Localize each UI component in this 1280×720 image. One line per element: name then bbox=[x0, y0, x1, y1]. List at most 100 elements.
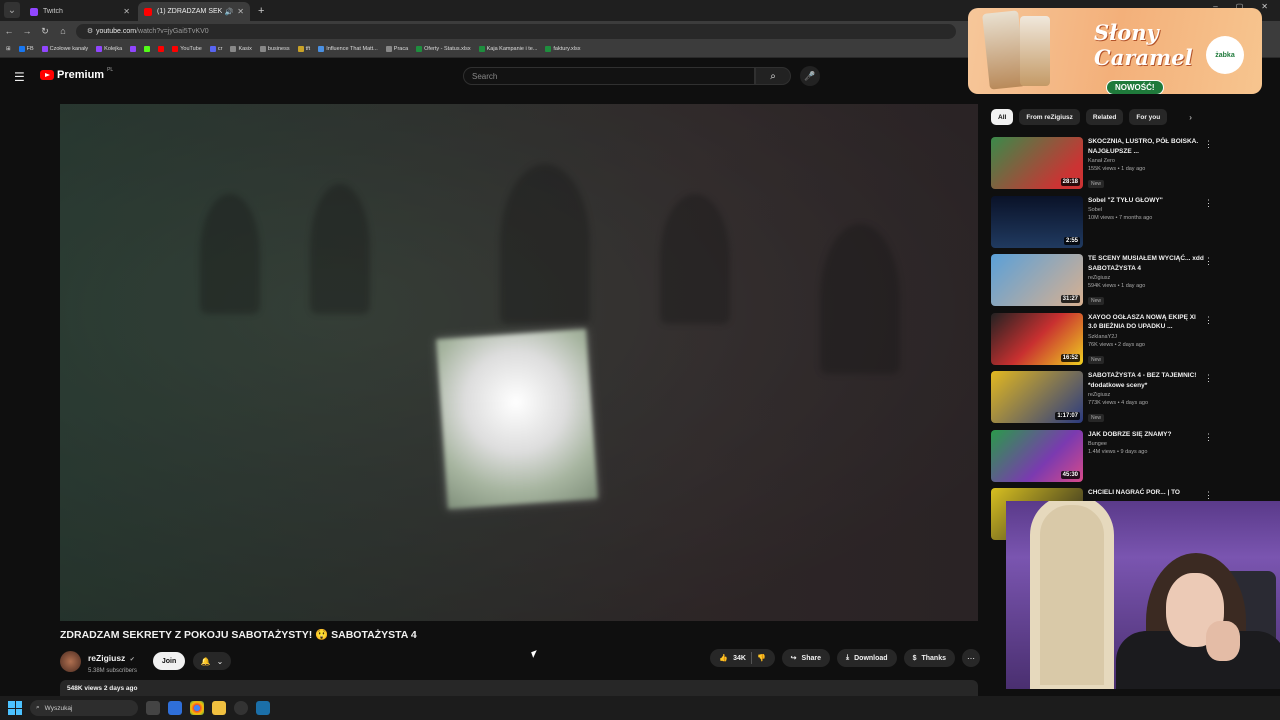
background-arch-mirror bbox=[1030, 501, 1114, 689]
chevron-right-icon[interactable]: › bbox=[1189, 113, 1192, 122]
bookmark-praca[interactable]: Praca bbox=[385, 46, 408, 52]
widgets-icon[interactable] bbox=[168, 701, 182, 715]
chip-from-channel[interactable]: From reZigiusz bbox=[1019, 109, 1080, 125]
search-input[interactable]: Search bbox=[463, 67, 755, 85]
chrome-icon[interactable] bbox=[190, 701, 204, 715]
like-icon[interactable]: 👍 bbox=[719, 654, 728, 662]
rec-channel[interactable]: Sobel bbox=[1088, 207, 1206, 213]
home-icon[interactable]: ⌂ bbox=[54, 26, 72, 36]
like-count[interactable]: 34K bbox=[733, 655, 746, 662]
close-window-icon[interactable]: ✕ bbox=[1261, 2, 1268, 11]
more-options-icon[interactable]: ⋮ bbox=[1204, 490, 1213, 501]
apps-icon[interactable]: ⊞ bbox=[6, 46, 11, 52]
bookmark-czolowe[interactable]: Czołowe kanały bbox=[41, 46, 88, 52]
recommendation-item[interactable]: 16:52 XAYOO OGŁASZA NOWĄ EKIPĘ XI 3.0 BI… bbox=[991, 312, 1221, 372]
rec-title[interactable]: XAYOO OGŁASZA NOWĄ EKIPĘ XI 3.0 BIEŻNIA … bbox=[1088, 313, 1206, 332]
bookmark-twitch[interactable] bbox=[130, 46, 137, 52]
join-button[interactable]: Join bbox=[153, 652, 186, 670]
close-tab-icon[interactable]: ✕ bbox=[123, 7, 130, 16]
bookmark-fb[interactable]: FB bbox=[18, 46, 34, 52]
microphone-icon[interactable]: 🎤 bbox=[800, 66, 820, 86]
more-options-icon[interactable]: ⋮ bbox=[1204, 315, 1213, 326]
more-options-icon[interactable]: ⋮ bbox=[1204, 198, 1213, 209]
bookmark-kaja[interactable]: Kaja Kampanie i te... bbox=[478, 46, 537, 52]
bookmark-faktury[interactable]: faktury.xlsx bbox=[545, 46, 581, 52]
search-icon[interactable]: ⌕ bbox=[755, 67, 791, 85]
tab-youtube[interactable]: (1) ZDRADZAM SEKRETY Z 🔊 ✕ bbox=[138, 2, 250, 21]
recommendation-item[interactable]: 31:27 TE SCENY MUSIAŁEM WYCIĄĆ... xdd SA… bbox=[991, 254, 1221, 313]
share-button[interactable]: ↪ Share bbox=[781, 649, 831, 667]
windows-start-icon[interactable] bbox=[8, 701, 22, 715]
thanks-button[interactable]: $ Thanks bbox=[903, 649, 955, 667]
rec-title[interactable]: SKOCZNIA, LUSTRO, PÓŁ BOISKA. NAJGŁUPSZE… bbox=[1088, 137, 1206, 156]
chip-for-you[interactable]: For you bbox=[1129, 109, 1168, 125]
duration-badge: 31:27 bbox=[1060, 295, 1080, 303]
taskbar-search-input[interactable]: ⌕ Wyszukaj bbox=[30, 700, 138, 716]
bookmark-influence[interactable]: Influence That Matt... bbox=[318, 46, 378, 52]
more-options-icon[interactable]: ⋮ bbox=[1204, 256, 1213, 267]
logo-text: Premium bbox=[57, 69, 105, 81]
recommendation-item[interactable]: 1:17:07 SABOTAŻYSTA 4 - BEZ TAJEMNIC! *d… bbox=[991, 371, 1221, 430]
url-input[interactable]: ⚙ youtube.com/watch?v=jyGai5TvKV0 bbox=[76, 23, 956, 39]
file-explorer-icon[interactable] bbox=[212, 701, 226, 715]
more-options-icon[interactable]: ⋮ bbox=[1204, 373, 1213, 384]
chip-all[interactable]: All bbox=[991, 109, 1014, 125]
menu-icon[interactable]: ☰ bbox=[14, 70, 25, 84]
steam-icon[interactable] bbox=[256, 701, 270, 715]
forward-icon[interactable]: → bbox=[18, 26, 36, 36]
rec-title[interactable]: TE SCENY MUSIAŁEM WYCIĄĆ... xdd SABOTAŻY… bbox=[1088, 254, 1206, 273]
tab-search-icon[interactable]: ⌄ bbox=[4, 2, 20, 18]
bookmark-oferty[interactable]: Oferty - Status.xlsx bbox=[416, 46, 471, 52]
video-frame-figure bbox=[310, 184, 370, 314]
bookmark-yt[interactable] bbox=[158, 46, 165, 52]
download-button[interactable]: ⤓ Download bbox=[837, 649, 897, 667]
streamer-hand bbox=[1206, 621, 1240, 661]
rec-title[interactable]: Sobel "Z TYŁU GŁOWY" bbox=[1088, 196, 1206, 206]
obs-icon[interactable] bbox=[234, 701, 248, 715]
chip-related[interactable]: Related bbox=[1085, 109, 1124, 125]
rec-title[interactable]: JAK DOBRZE SIĘ ZNAMY? bbox=[1088, 430, 1206, 440]
more-options-icon[interactable]: ⋮ bbox=[1204, 432, 1213, 443]
video-thumbnail[interactable]: 1:17:07 bbox=[991, 371, 1083, 423]
tab-twitch[interactable]: Twitch ✕ bbox=[24, 2, 136, 21]
rec-channel[interactable]: Kanał Zero bbox=[1088, 158, 1206, 164]
video-player[interactable] bbox=[60, 104, 978, 621]
rec-title[interactable]: SABOTAŻYSTA 4 - BEZ TAJEMNIC! *dodatkowe… bbox=[1088, 371, 1206, 390]
rec-channel[interactable]: reZigiusz bbox=[1088, 392, 1206, 398]
bookmark-kolejka[interactable]: Kolejka bbox=[96, 46, 122, 52]
bookmark-youtube[interactable]: YouTube bbox=[172, 46, 202, 52]
task-view-icon[interactable] bbox=[146, 701, 160, 715]
more-actions-icon[interactable]: ⋯ bbox=[962, 649, 980, 667]
bookmark-cr[interactable]: cr bbox=[209, 46, 222, 52]
video-thumbnail[interactable]: 45:30 bbox=[991, 429, 1083, 482]
bookmark-business[interactable]: business bbox=[259, 46, 290, 52]
recommendation-item[interactable]: 2:55 Sobel "Z TYŁU GŁOWY" Sobel 10M views … bbox=[991, 195, 1221, 255]
more-options-icon[interactable]: ⋮ bbox=[1204, 139, 1213, 150]
channel-avatar[interactable] bbox=[60, 650, 81, 672]
rec-channel[interactable]: Bungee bbox=[1088, 441, 1206, 447]
channel-name[interactable]: reZigiusz bbox=[88, 653, 125, 663]
zabka-logo: żabka bbox=[1206, 36, 1244, 74]
new-tab-button[interactable]: + bbox=[258, 5, 264, 17]
bookmark-tft[interactable]: tft bbox=[297, 46, 310, 52]
speaker-icon[interactable]: 🔊 bbox=[225, 8, 234, 16]
bookmark-kick[interactable] bbox=[144, 46, 151, 52]
download-icon: ⤓ bbox=[846, 654, 850, 661]
site-info-icon[interactable]: ⚙ bbox=[84, 27, 96, 35]
video-thumbnail[interactable]: 31:27 bbox=[991, 254, 1083, 306]
video-thumbnail[interactable]: 28:18 bbox=[991, 137, 1083, 189]
recommendation-item[interactable]: 45:30 JAK DOBRZE SIĘ ZNAMY? Bungee 1.4M vi… bbox=[991, 429, 1221, 489]
video-thumbnail[interactable]: 16:52 bbox=[991, 312, 1083, 365]
rec-title[interactable]: CHCIELI NAGRAĆ POR... | TO bbox=[1088, 488, 1206, 498]
rec-channel[interactable]: reZigiusz bbox=[1088, 275, 1206, 281]
youtube-premium-logo[interactable]: Premium PL bbox=[40, 67, 113, 81]
reload-icon[interactable]: ↻ bbox=[36, 26, 54, 37]
back-icon[interactable]: ← bbox=[0, 26, 18, 36]
recommendation-item[interactable]: 28:18 SKOCZNIA, LUSTRO, PÓŁ BOISKA. NAJG… bbox=[991, 137, 1221, 196]
close-tab-icon[interactable]: ✕ bbox=[237, 7, 244, 16]
rec-channel[interactable]: SzklanaY2J bbox=[1088, 334, 1206, 340]
notifications-button[interactable]: 🔔 ⌄ bbox=[193, 652, 232, 670]
dislike-icon[interactable]: 👎 bbox=[757, 654, 766, 662]
video-thumbnail[interactable]: 2:55 bbox=[991, 195, 1083, 248]
bookmark-kasix[interactable]: Kasix bbox=[230, 46, 252, 52]
